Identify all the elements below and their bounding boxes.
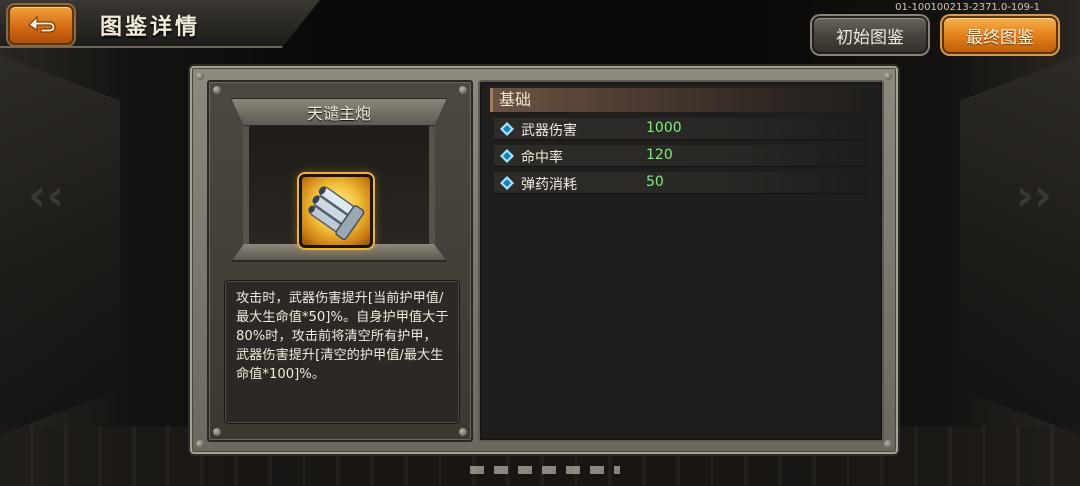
- stat-diamond-icon: [500, 149, 514, 163]
- background-wall-right: [960, 55, 1080, 435]
- item-description: 攻击时，武器伤害提升[当前护甲值/最大生命值*50]%。自身护甲值大于80%时，…: [224, 280, 460, 424]
- stat-label: 武器伤害: [521, 123, 577, 139]
- rivet: [196, 440, 204, 448]
- background-wall-left: [0, 55, 120, 435]
- cannon-icon: [308, 186, 365, 240]
- rivet: [196, 72, 204, 80]
- item-card: 天谴主炮 攻击时，武器伤害提升[当前护甲值/最大生命值*50]%。自身护甲值大于…: [207, 80, 473, 442]
- weapon-cannon-icon[interactable]: [299, 174, 373, 248]
- version-label: 01-100100213-2371.0-109-1: [895, 2, 1040, 13]
- stat-row: 武器伤害 1000: [494, 118, 868, 140]
- stat-value: 120: [646, 147, 673, 163]
- stat-row: 命中率 120: [494, 145, 868, 167]
- back-button[interactable]: [8, 5, 74, 45]
- stat-value: 50: [646, 174, 664, 190]
- rivet: [213, 86, 221, 94]
- stat-diamond-icon: [500, 122, 514, 136]
- stat-diamond-icon: [500, 176, 514, 190]
- rivet: [884, 440, 892, 448]
- stats-section-title: 基础: [490, 88, 870, 112]
- background-chevron-left-icon: ‹‹: [28, 170, 65, 221]
- rivet: [213, 428, 221, 436]
- item-name: 天谴主炮: [231, 98, 447, 126]
- background-floor-stripe: [470, 466, 620, 474]
- tab-initial-codex[interactable]: 初始图鉴: [812, 16, 928, 54]
- stat-value: 1000: [646, 120, 682, 136]
- rivet: [459, 86, 467, 94]
- stat-label: 弹药消耗: [521, 177, 577, 193]
- background-chevron-right-icon: ››: [1015, 170, 1052, 221]
- stat-label: 命中率: [521, 150, 563, 166]
- rivet: [459, 428, 467, 436]
- codex-detail-panel: 天谴主炮 攻击时，武器伤害提升[当前护甲值/最大生命值*50]%。自身护甲值大于…: [190, 66, 898, 454]
- back-arrow-icon: [28, 15, 56, 33]
- page-title: 图鉴详情: [100, 15, 201, 40]
- stats-panel: 基础 武器伤害 1000 命中率 120 弹药消耗 50: [478, 80, 884, 442]
- tab-final-codex[interactable]: 最终图鉴: [942, 16, 1058, 54]
- rivet: [884, 72, 892, 80]
- stat-row: 弹药消耗 50: [494, 172, 868, 194]
